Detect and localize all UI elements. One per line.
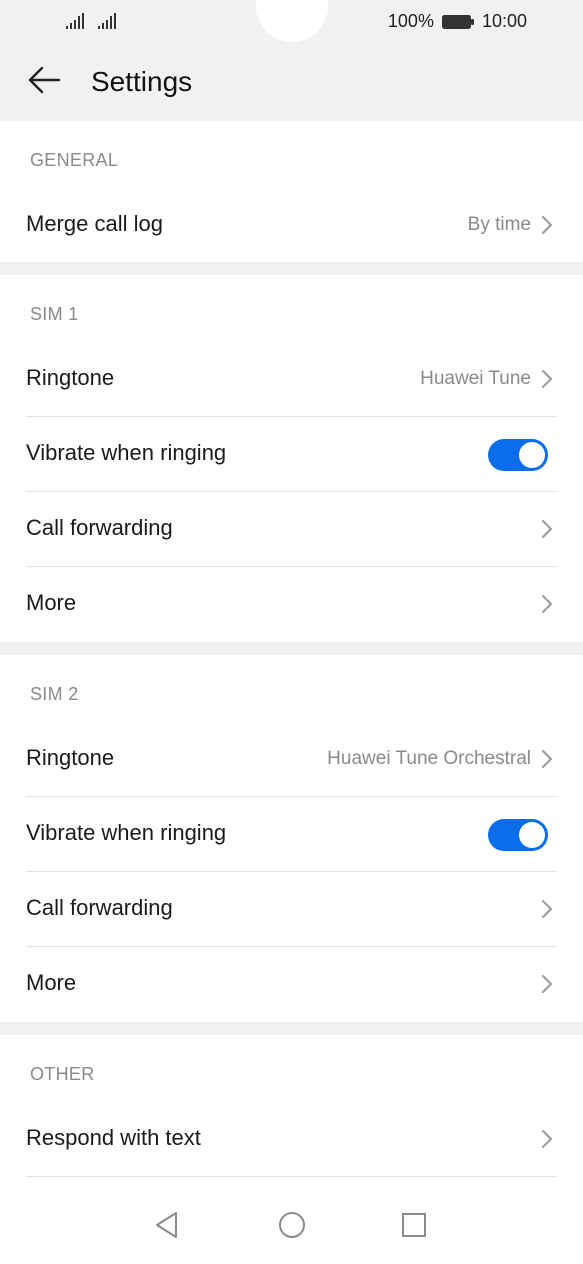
merge-call-log-label: Merge call log [26,211,163,236]
nav-back-button[interactable] [147,1205,187,1245]
section-title-other: OTHER [30,1064,95,1084]
chevron-right-icon [541,899,553,919]
section-other: OTHER Respond with text [0,1035,583,1190]
sim2-ringtone-label: Ringtone [26,745,115,770]
sim1-more-row[interactable]: More [0,566,583,641]
sim2-ringtone-row[interactable]: Ringtone Huawei Tune Orchestral [0,721,583,796]
sim2-call-forwarding-row[interactable]: Call forwarding [0,871,583,946]
battery-icon [441,14,474,29]
phone-screen: 100% 10:00 Settings GENERAL Merge call l… [0,0,583,1264]
signal-sim1-icon [66,13,84,29]
chevron-right-icon [541,1129,553,1149]
battery-percent: 100% [387,11,434,31]
chevron-right-icon [541,369,553,389]
page-title: Settings [91,66,193,97]
section-sim2: SIM 2 Ringtone Huawei Tune Orchestral Vi… [0,655,583,1022]
section-title-general: GENERAL [30,150,119,170]
toggle-knob [519,442,545,468]
nav-recents-button[interactable] [394,1205,434,1245]
nav-home-icon [278,1211,306,1239]
sim2-more-label: More [26,970,77,995]
clock: 10:00 [481,11,527,31]
camera-notch [256,0,328,42]
status-right: 100% 10:00 [388,11,527,32]
sim2-vibrate-label: Vibrate when ringing [26,820,227,845]
divider [26,1176,557,1177]
section-title-sim2: SIM 2 [30,684,79,704]
sim1-vibrate-label: Vibrate when ringing [26,440,227,465]
sim1-ringtone-label: Ringtone [26,365,115,390]
system-nav-bar [0,1190,583,1264]
chevron-right-icon [541,749,553,769]
sim1-more-label: More [26,590,77,615]
toggle-knob [519,822,545,848]
sim1-vibrate-row: Vibrate when ringing [0,416,583,491]
sim2-vibrate-toggle[interactable] [488,819,548,851]
back-button[interactable] [24,62,64,102]
respond-with-text-label: Respond with text [26,1125,201,1150]
respond-with-text-row[interactable]: Respond with text [0,1101,583,1176]
sim1-call-forwarding-label: Call forwarding [26,515,173,540]
section-sim1: SIM 1 Ringtone Huawei Tune Vibrate when … [0,275,583,642]
section-general: GENERAL Merge call log By time [0,121,583,262]
section-title-sim1: SIM 1 [30,304,79,324]
sim1-ringtone-value: Huawei Tune [420,368,531,389]
sim1-vibrate-toggle[interactable] [488,439,548,471]
signal-sim2-icon [98,13,116,29]
merge-call-log-row[interactable]: Merge call log By time [0,187,583,262]
nav-recents-icon [401,1212,427,1238]
sim2-call-forwarding-label: Call forwarding [26,895,173,920]
chevron-right-icon [541,974,553,994]
status-bar: 100% 10:00 [0,0,583,46]
app-header: Settings [0,46,583,121]
sim1-ringtone-row[interactable]: Ringtone Huawei Tune [0,341,583,416]
chevron-right-icon [541,215,553,235]
sim1-call-forwarding-row[interactable]: Call forwarding [0,491,583,566]
sim2-vibrate-row: Vibrate when ringing [0,796,583,871]
merge-call-log-value: By time [467,214,531,235]
sim2-ringtone-value: Huawei Tune Orchestral [327,748,531,769]
nav-back-icon [154,1211,180,1239]
back-arrow-icon [28,66,61,99]
chevron-right-icon [541,519,553,539]
nav-home-button[interactable] [272,1205,312,1245]
chevron-right-icon [541,594,553,614]
sim2-more-row[interactable]: More [0,946,583,1021]
